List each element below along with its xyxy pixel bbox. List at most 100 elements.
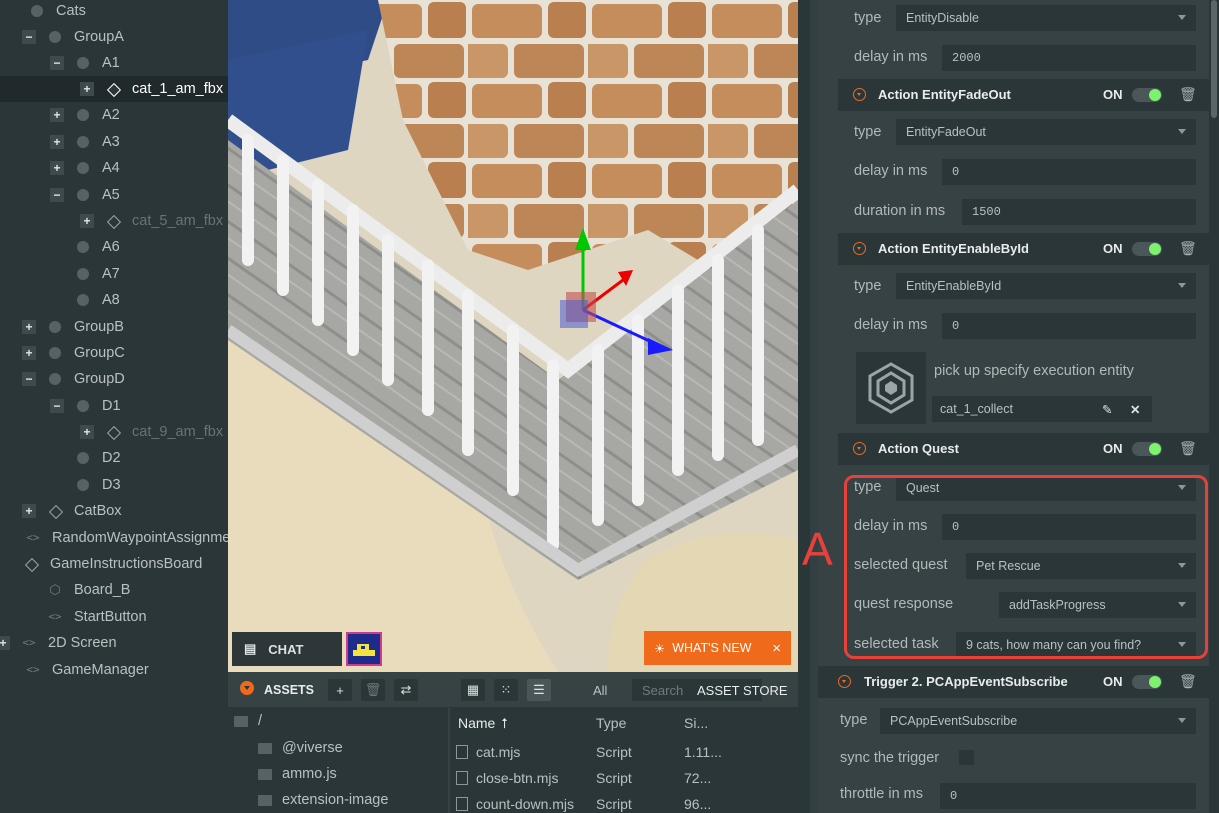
hierarchy-item[interactable]: + GroupC [22,340,125,366]
hierarchy-item[interactable]: A6 [50,234,120,260]
type-select[interactable]: PCAppEventSubscribe [880,708,1196,734]
throttle-input[interactable]: 0 [940,783,1196,809]
hierarchy-item[interactable]: + A2 [50,102,120,128]
collapse-icon[interactable]: − [50,399,64,413]
hierarchy-item[interactable]: − A1 [50,50,120,76]
duration-input[interactable]: 1500 [962,199,1196,225]
trash-icon[interactable]: 🗑 [1179,86,1197,103]
collapse-icon[interactable] [240,681,254,695]
scene-viewport[interactable]: ▤ CHAT ☀ WHAT'S NEW × [228,0,798,672]
hierarchy-item[interactable]: A8 [50,287,120,313]
trash-icon[interactable]: 🗑 [1179,673,1197,690]
expand-icon[interactable]: + [50,161,64,175]
hierarchy-item[interactable]: + cat_5_am_fbx [80,208,223,234]
expand-icon[interactable]: + [22,504,36,518]
hierarchy-item[interactable]: − GroupD [22,366,125,392]
add-icon[interactable]: + [328,679,352,701]
hierarchy-item[interactable]: Cats [4,0,86,24]
expand-icon[interactable]: + [0,636,10,650]
refresh-icon[interactable]: ⇄ [394,679,418,701]
hierarchy-item[interactable]: <> GameManager [0,657,148,683]
folder-item[interactable]: ammo.js [258,766,337,782]
hierarchy-item[interactable]: D2 [50,445,121,471]
hierarchy-item[interactable]: GameInstructionsBoard [0,551,202,577]
hierarchy-item[interactable]: + cat_1_am_fbx [0,76,228,102]
avatar[interactable] [346,632,382,666]
action-fadeout-header[interactable]: Action EntityFadeOut ON 🗑 [838,79,1209,111]
action-quest-header[interactable]: Action Quest ON 🗑 [838,433,1209,465]
enable-toggle[interactable] [1132,242,1162,256]
expand-icon[interactable]: + [50,135,64,149]
grid-small-icon[interactable]: ⁙ [494,679,518,701]
collapse-icon[interactable]: − [22,372,36,386]
collapse-icon[interactable] [853,442,866,455]
hierarchy-item[interactable]: <> StartButton [22,604,146,630]
inspector-scrollbar[interactable] [1209,0,1219,813]
hierarchy-item[interactable]: <> RandomWaypointAssignme [0,525,228,551]
collapse-icon[interactable] [853,242,866,255]
table-row[interactable]: count-down.mjs Script 96... [450,791,798,813]
entity-thumbnail[interactable] [856,352,926,424]
sync-trigger-checkbox[interactable] [959,750,974,765]
expand-icon[interactable]: + [50,108,64,122]
hierarchy-item[interactable]: A7 [50,261,120,287]
hierarchy-item[interactable]: − D1 [50,393,121,419]
hierarchy-item[interactable]: − A5 [50,182,120,208]
hierarchy-item[interactable]: + CatBox [22,498,122,524]
collapse-icon[interactable] [853,88,866,101]
action-enable-header[interactable]: Action EntityEnableById ON 🗑 [838,233,1209,265]
filter-all[interactable]: All [593,679,607,701]
hierarchy-item[interactable]: + <> 2D Screen [0,630,117,656]
edit-icon[interactable]: ✎ [1102,402,1112,417]
expand-icon[interactable]: + [80,425,94,439]
scene-render[interactable] [228,0,798,672]
scrollbar-thumb[interactable] [1211,0,1217,118]
trash-icon[interactable]: 🗑 [361,679,385,701]
folder-item[interactable]: @viverse [258,740,343,756]
whats-new-button[interactable]: ☀ WHAT'S NEW × [644,631,791,665]
enable-toggle[interactable] [1132,442,1162,456]
clear-icon[interactable]: ✕ [1130,402,1140,417]
collapse-icon[interactable] [838,675,851,688]
panel-divider[interactable] [798,0,810,813]
expand-icon[interactable]: + [80,82,94,96]
expand-icon[interactable]: + [22,320,36,334]
hierarchy-item[interactable]: + A4 [50,155,120,181]
column-name[interactable]: Name [458,715,495,731]
collapse-icon[interactable]: − [50,56,64,70]
asset-store-button[interactable]: ASSET STORE [697,679,788,701]
hierarchy-item[interactable]: + GroupB [22,314,124,340]
trigger-header[interactable]: Trigger 2. PCAppEventSubscribe ON 🗑 [818,666,1209,698]
expand-icon[interactable]: + [80,214,94,228]
close-icon[interactable]: × [772,640,781,657]
delay-input[interactable]: 0 [942,313,1196,339]
hierarchy-item[interactable]: + A3 [50,129,120,155]
enable-toggle[interactable] [1132,88,1162,102]
column-size[interactable]: Si... [684,715,708,731]
type-select[interactable]: EntityFadeOut [896,119,1196,145]
enable-toggle[interactable] [1132,675,1162,689]
collapse-icon[interactable]: − [22,30,36,44]
delay-input[interactable]: 2000 [942,45,1196,71]
type-select[interactable]: EntityEnableById [896,273,1196,299]
trash-icon[interactable]: 🗑 [1179,240,1197,257]
hierarchy-item[interactable]: − GroupA [22,24,124,50]
folder-item[interactable]: extension-image [258,792,388,808]
hierarchy-item[interactable]: D3 [50,472,121,498]
list-view-icon[interactable]: ☰ [527,679,551,701]
delay-input[interactable]: 0 [942,159,1196,185]
expand-icon[interactable]: + [22,346,36,360]
type-select[interactable]: EntityDisable [896,5,1196,31]
collapse-icon[interactable]: − [50,188,64,202]
hierarchy-item[interactable]: ⬡ Board_B [22,577,130,603]
hierarchy-item[interactable]: + cat_9_am_fbx [80,419,223,445]
column-type[interactable]: Type [596,715,626,731]
table-row[interactable]: close-btn.mjs Script 72... [450,765,798,791]
chat-button[interactable]: ▤ CHAT [232,632,342,666]
table-row[interactable]: cat.mjs Script 1.11... [450,739,798,765]
folder-root[interactable]: / [234,713,262,729]
grid-large-icon[interactable]: ▦ [461,679,485,701]
entity-field[interactable]: cat_1_collect ✎ ✕ [932,396,1152,422]
sort-up-icon[interactable]: ⭡ [501,715,508,732]
trash-icon[interactable]: 🗑 [1179,440,1197,457]
